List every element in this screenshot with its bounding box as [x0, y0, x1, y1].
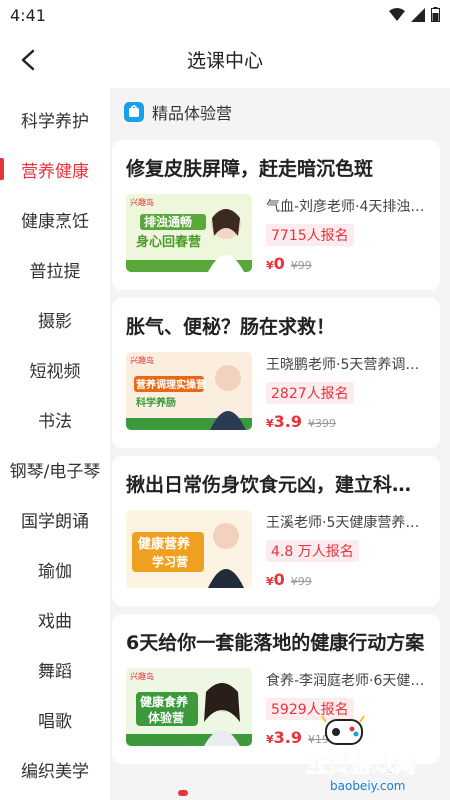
- sidebar-item-label: 戏曲: [38, 611, 72, 632]
- course-title: 胀气、便秘？肠在求救！: [126, 316, 336, 338]
- course-bag-icon: [124, 102, 144, 122]
- status-icons: [389, 7, 440, 22]
- sidebar-item-piano[interactable]: 钢琴/电子琴: [0, 444, 110, 494]
- sidebar-item-label: 书法: [38, 411, 72, 432]
- course-thumbnail: 兴趣岛 健康食养 体验营: [126, 668, 252, 746]
- course-teacher: 王溪老师·5天健康营养学习营: [266, 515, 428, 531]
- sidebar-item-label: 瑜伽: [38, 561, 72, 582]
- sidebar-item-short-video[interactable]: 短视频: [0, 344, 110, 394]
- price-row: ¥0 ¥99: [266, 254, 428, 273]
- sidebar-item-label: 健康烹饪: [21, 211, 89, 232]
- thumb-line1: 健康营养: [138, 536, 191, 552]
- status-time: 4:41: [10, 6, 46, 25]
- sidebar-item-dance[interactable]: 舞蹈: [0, 644, 110, 694]
- sidebar-item-recitation[interactable]: 国学朗诵: [0, 494, 110, 544]
- signal-icon: [411, 7, 425, 22]
- sidebar-item-opera[interactable]: 戏曲: [0, 594, 110, 644]
- course-title: 修复皮肤屏障，赶走暗沉色斑: [126, 158, 374, 180]
- course-price: ¥3.9: [266, 728, 302, 747]
- sidebar-item-nutrition[interactable]: 营养健康: [0, 144, 110, 194]
- bottom-indicator: [178, 790, 188, 796]
- sidebar-item-photography[interactable]: 摄影: [0, 294, 110, 344]
- sidebar-item-healthy-cooking[interactable]: 健康烹饪: [0, 194, 110, 244]
- sidebar-item-label: 钢琴/电子琴: [9, 461, 101, 482]
- sidebar-item-singing[interactable]: 唱歌: [0, 694, 110, 744]
- watermark-logo: 宝贝游戏网 baobeiy.com: [300, 712, 448, 798]
- course-teacher: 王晓鹏老师·5天营养调理实操营: [266, 357, 428, 373]
- sidebar-item-label: 普拉提: [29, 261, 81, 282]
- wifi-icon: [389, 7, 405, 21]
- course-teacher: 食养-李润庭老师·6天健康食养体验营: [266, 673, 428, 689]
- price-row: ¥3.9 ¥399: [266, 412, 428, 431]
- thumb-brand: 兴趣岛: [130, 355, 154, 365]
- sidebar-item-label: 国学朗诵: [21, 511, 89, 532]
- thumb-line2: 科学养肠: [136, 396, 176, 409]
- sidebar-item-label: 科学养护: [21, 111, 89, 132]
- sidebar-item-label: 编织美学: [21, 761, 89, 782]
- sidebar-item-label: 舞蹈: [38, 661, 72, 682]
- thumb-line1: 健康食养: [140, 694, 188, 709]
- course-price: ¥3.9: [266, 412, 302, 431]
- category-sidebar: 科学养护 营养健康 健康烹饪 普拉提 摄影 短视频 书法 钢琴/电子琴 国学朗诵…: [0, 88, 110, 800]
- sidebar-item-knitting[interactable]: 编织美学: [0, 744, 110, 794]
- thumb-line2: 身心回春营: [136, 234, 201, 250]
- sidebar-item-science-care[interactable]: 科学养护: [0, 94, 110, 144]
- course-price: ¥0: [266, 570, 285, 589]
- section-header: 精品体验营: [124, 100, 232, 124]
- thumb-brand: 兴趣岛: [130, 197, 154, 207]
- enroll-count-badge: 7715人报名: [266, 224, 354, 246]
- sidebar-item-label: 短视频: [29, 361, 81, 382]
- course-card[interactable]: 揪出日常伤身饮食元凶，建立科学饮食习惯 健康营养 学习营 王溪老师·5天健康营养…: [112, 456, 440, 606]
- enroll-count-badge: 4.8 万人报名: [266, 540, 359, 562]
- watermark-name: 宝贝游戏网: [306, 752, 416, 778]
- sidebar-item-calligraphy[interactable]: 书法: [0, 394, 110, 444]
- course-teacher: 气血-刘彦老师·4天排浊通畅身心回春营: [266, 199, 428, 215]
- status-bar: 4:41: [0, 0, 450, 32]
- sidebar-item-label: 营养健康: [21, 161, 89, 182]
- course-price: ¥0: [266, 254, 285, 273]
- page-title: 选课中心: [186, 50, 263, 72]
- header: 选课中心: [0, 32, 450, 88]
- course-title: 揪出日常伤身饮食元凶，建立科学饮食习惯: [126, 474, 428, 496]
- course-card[interactable]: 修复皮肤屏障，赶走暗沉色斑 兴趣岛 排浊通畅 身心回春营 气血-刘彦老师·4天排…: [112, 140, 440, 290]
- sidebar-item-yoga[interactable]: 瑜伽: [0, 544, 110, 594]
- thumb-line1: 营养调理实操营: [136, 378, 206, 391]
- original-price: ¥99: [290, 259, 312, 272]
- thumb-brand: 兴趣岛: [130, 671, 154, 681]
- course-thumbnail: 兴趣岛 营养调理实操营 科学养肠: [126, 352, 252, 430]
- active-indicator: [0, 158, 4, 180]
- thumb-line2: 体验营: [148, 710, 184, 725]
- course-thumbnail: 兴趣岛 排浊通畅 身心回春营: [126, 194, 252, 272]
- course-card[interactable]: 胀气、便秘？肠在求救！ 兴趣岛 营养调理实操营 科学养肠 王晓鹏老师·5天营养调…: [112, 298, 440, 448]
- price-row: ¥0 ¥99: [266, 570, 428, 589]
- course-thumbnail: 健康营养 学习营: [126, 510, 252, 588]
- section-title: 精品体验营: [152, 104, 233, 123]
- sidebar-item-label: 唱歌: [38, 711, 72, 732]
- sidebar-item-label: 摄影: [38, 311, 72, 332]
- battery-icon: [431, 7, 440, 22]
- course-meta: 气血-刘彦老师·4天排浊通畅身心回春营 7715人报名 ¥0 ¥99: [266, 196, 428, 273]
- thumb-line1: 排浊通畅: [144, 214, 192, 229]
- enroll-count-badge: 2827人报名: [266, 382, 354, 404]
- watermark-url: baobeiy.com: [330, 779, 405, 793]
- thumb-line2: 学习营: [152, 554, 188, 569]
- course-meta: 王溪老师·5天健康营养学习营 4.8 万人报名 ¥0 ¥99: [266, 512, 428, 589]
- original-price: ¥99: [290, 575, 312, 588]
- original-price: ¥399: [308, 417, 336, 430]
- course-meta: 王晓鹏老师·5天营养调理实操营 2827人报名 ¥3.9 ¥399: [266, 354, 428, 431]
- course-title: 6天给你一套能落地的健康行动方案: [126, 632, 425, 654]
- sidebar-item-pilates[interactable]: 普拉提: [0, 244, 110, 294]
